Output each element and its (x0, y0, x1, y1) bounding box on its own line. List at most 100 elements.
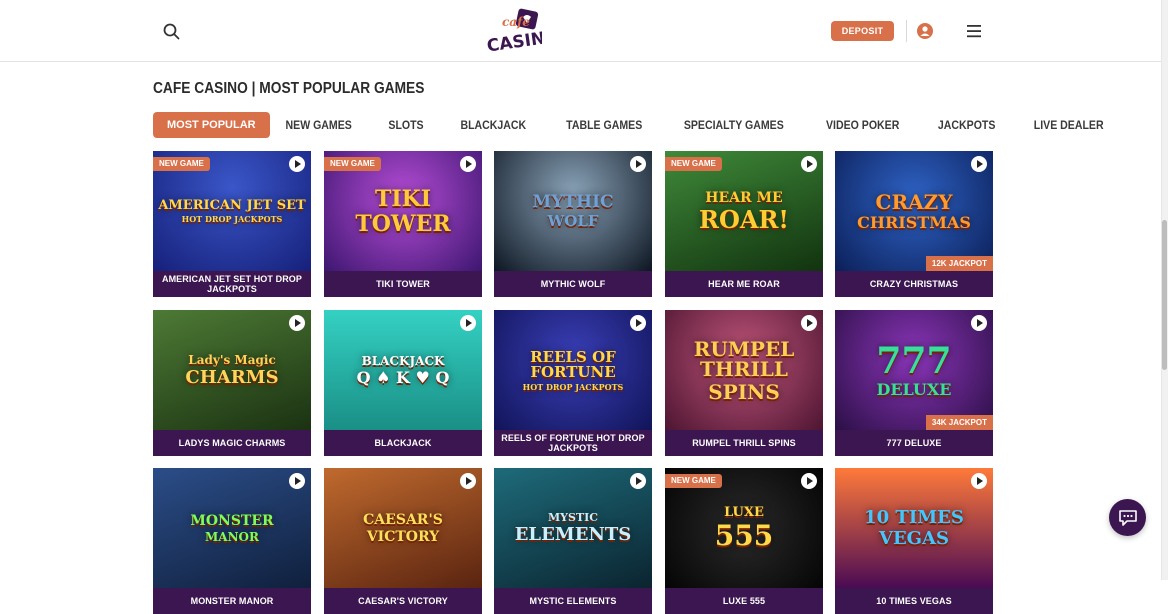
game-title[interactable]: RUMPEL THRILL SPINS (665, 430, 823, 456)
tab-video-poker[interactable]: VIDEO POKER (812, 112, 912, 138)
play-icon[interactable] (801, 156, 817, 172)
account-icon[interactable] (917, 23, 933, 39)
new-game-badge: NEW GAME (665, 474, 722, 488)
play-icon[interactable] (630, 473, 646, 489)
game-card[interactable]: TIKI TOWER NEW GAME TIKI TOWER (324, 151, 482, 297)
svg-text:CASINO: CASINO (486, 27, 542, 54)
game-art-line2: 555 (714, 519, 774, 552)
search-icon[interactable] (162, 22, 182, 42)
game-art-line1: MONSTER (190, 512, 274, 529)
game-art-title: BLACKJACK Q ♠ K ♥ Q (357, 355, 450, 386)
game-title[interactable]: TIKI TOWER (324, 271, 482, 297)
game-art-title: 10 TIMES VEGAS (864, 506, 964, 549)
jackpot-badge: 34K JACKPOT (925, 415, 993, 430)
play-icon[interactable] (971, 473, 987, 489)
game-art-title: MONSTER MANOR (190, 514, 273, 543)
new-game-badge: NEW GAME (665, 157, 722, 171)
game-card[interactable]: MONSTER MANOR MONSTER MANOR (153, 468, 311, 614)
play-icon[interactable] (289, 156, 305, 172)
game-art-line2: HOT DROP JACKPOTS (181, 214, 283, 224)
game-title[interactable]: MYSTIC ELEMENTS (494, 588, 652, 614)
new-game-badge: NEW GAME (153, 157, 210, 171)
game-title[interactable]: MONSTER MANOR (153, 588, 311, 614)
game-thumbnail: MONSTER MANOR (153, 468, 311, 588)
game-card[interactable]: HEAR ME ROAR! NEW GAME HEAR ME ROAR (665, 151, 823, 297)
play-icon[interactable] (971, 156, 987, 172)
tab-slots[interactable]: SLOTS (375, 112, 437, 138)
game-art-title: 777 DELUXE (876, 343, 951, 398)
game-title[interactable]: MYTHIC WOLF (494, 271, 652, 297)
game-card[interactable]: REELS OF FORTUNE HOT DROP JACKPOTS REELS O… (494, 310, 652, 456)
jackpot-badge: 12K JACKPOT (925, 256, 993, 271)
live-chat-button[interactable] (1109, 499, 1146, 536)
game-art-title: LUXE 555 (715, 506, 773, 550)
tab-new-games[interactable]: NEW GAMES (272, 112, 365, 138)
category-tabs: MOST POPULAR NEW GAMES SLOTS BLACKJACK T… (153, 112, 1124, 138)
game-card[interactable]: LUXE 555 NEW GAME LUXE 555 (665, 468, 823, 614)
game-card[interactable]: AMERICAN JET SET HOT DROP JACKPOTS NEW GAM… (153, 151, 311, 297)
play-icon[interactable] (460, 315, 476, 331)
game-art-line2: ELEMENTS (514, 524, 632, 545)
tab-most-popular[interactable]: MOST POPULAR (153, 112, 270, 138)
game-thumbnail: MYSTIC ELEMENTS (494, 468, 652, 588)
game-card[interactable]: MYSTIC ELEMENTS MYSTIC ELEMENTS (494, 468, 652, 614)
game-title[interactable]: CAESAR'S VICTORY (324, 588, 482, 614)
game-title[interactable]: HEAR ME ROAR (665, 271, 823, 297)
game-art-line2: ROAR! (699, 204, 789, 234)
game-art-title: TIKI TOWER (355, 188, 450, 235)
game-art-line2: SPINS (708, 379, 780, 404)
game-art-line1: LUXE (724, 505, 764, 520)
site-header: cafe CASINO DEPOSIT (0, 0, 1161, 62)
play-icon[interactable] (289, 473, 305, 489)
game-art-line1: MYSTIC (547, 511, 599, 524)
play-icon[interactable] (801, 473, 817, 489)
play-icon[interactable] (971, 315, 987, 331)
game-art-line1: RUMPEL THRILL (693, 336, 795, 381)
game-thumbnail: BLACKJACK Q ♠ K ♥ Q (324, 310, 482, 430)
cafe-casino-logo[interactable]: cafe CASINO (484, 8, 561, 57)
play-icon[interactable] (630, 156, 646, 172)
game-thumbnail: CRAZY CHRISTMAS (835, 151, 993, 271)
game-thumbnail: 777 DELUXE (835, 310, 993, 430)
scrollbar-thumb[interactable] (1162, 220, 1167, 370)
game-thumbnail: RUMPEL THRILL SPINS (665, 310, 823, 430)
game-title[interactable]: AMERICAN JET SET HOT DROP JACKPOTS (153, 271, 311, 297)
game-art-title: REELS OF FORTUNE HOT DROP JACKPOTS (494, 349, 652, 391)
tab-specialty-games[interactable]: SPECIALTY GAMES (671, 112, 797, 138)
play-icon[interactable] (630, 315, 646, 331)
play-icon[interactable] (460, 156, 476, 172)
game-title[interactable]: BLACKJACK (324, 430, 482, 456)
game-art-line2: VEGAS (878, 527, 950, 549)
game-title[interactable]: 777 DELUXE (835, 430, 993, 456)
play-icon[interactable] (801, 315, 817, 331)
game-thumbnail: 10 TIMES VEGAS (835, 468, 993, 588)
tab-blackjack[interactable]: BLACKJACK (447, 112, 539, 138)
play-icon[interactable] (289, 315, 305, 331)
game-art-line2: MANOR (204, 529, 259, 544)
tab-table-games[interactable]: TABLE GAMES (553, 112, 655, 138)
tab-live-dealer[interactable]: LIVE DEALER (1021, 112, 1117, 138)
game-card[interactable]: Lady's Magic CHARMS LADYS MAGIC CHARMS (153, 310, 311, 456)
page-title: CAFE CASINO | MOST POPULAR GAMES (153, 80, 425, 97)
game-card[interactable]: 10 TIMES VEGAS 10 TIMES VEGAS (835, 468, 993, 614)
game-title[interactable]: 10 TIMES VEGAS (835, 588, 993, 614)
game-title[interactable]: CRAZY CHRISTMAS (835, 271, 993, 297)
game-title[interactable]: REELS OF FORTUNE HOT DROP JACKPOTS (494, 430, 652, 456)
hamburger-menu-icon[interactable] (966, 23, 982, 39)
game-card[interactable]: BLACKJACK Q ♠ K ♥ Q BLACKJACK (324, 310, 482, 456)
play-icon[interactable] (460, 473, 476, 489)
game-title[interactable]: LADYS MAGIC CHARMS (153, 430, 311, 456)
game-title[interactable]: LUXE 555 (665, 588, 823, 614)
game-art-line1: CAESAR'S (363, 511, 443, 528)
tab-jackpots[interactable]: JACKPOTS (925, 112, 1009, 138)
game-art-line1: CRAZY (875, 189, 953, 214)
game-art-line1: 777 (876, 339, 952, 382)
deposit-button[interactable]: DEPOSIT (831, 21, 894, 41)
game-card[interactable]: MYTHIC WOLF MYTHIC WOLF (494, 151, 652, 297)
game-art-line1: 10 TIMES (864, 506, 964, 528)
game-card[interactable]: RUMPEL THRILL SPINS RUMPEL THRILL SPINS (665, 310, 823, 456)
game-card[interactable]: CRAZY CHRISTMAS 12K JACKPOT CRAZY CHRISTMAS (835, 151, 993, 297)
game-art-line1: Lady's Magic (188, 352, 276, 367)
game-card[interactable]: CAESAR'S VICTORY CAESAR'S VICTORY (324, 468, 482, 614)
game-card[interactable]: 777 DELUXE 34K JACKPOT 777 DELUXE (835, 310, 993, 456)
